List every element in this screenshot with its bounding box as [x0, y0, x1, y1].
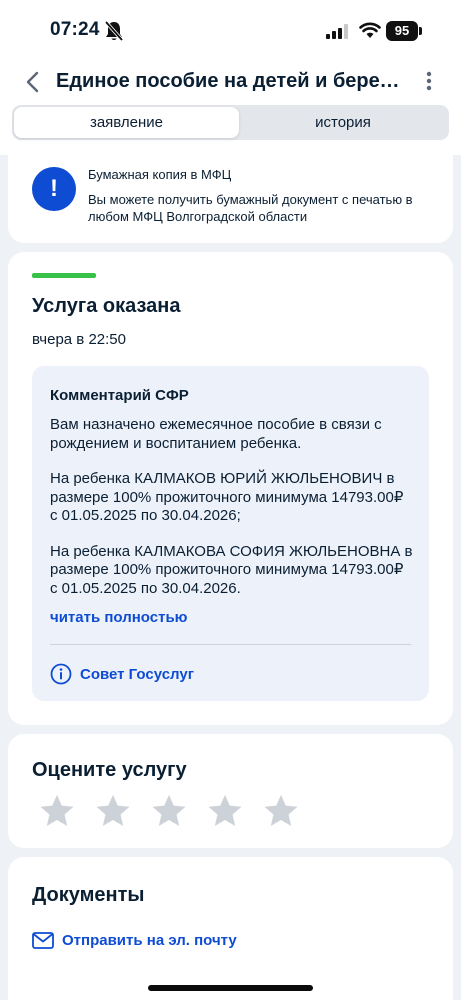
- envelope-icon[interactable]: [32, 932, 54, 949]
- comment-title: Комментарий СФР: [50, 387, 189, 404]
- status-time: 07:24: [50, 19, 100, 40]
- tab-history[interactable]: история: [239, 107, 447, 138]
- star-1-icon[interactable]: [38, 792, 76, 830]
- tab-application[interactable]: заявление: [14, 107, 239, 138]
- info-circle-icon[interactable]: [50, 663, 72, 685]
- gosuslugi-advice-link[interactable]: Совет Госуслуг: [80, 666, 194, 683]
- service-status-card: Услуга оказана вчера в 22:50 Комментарий…: [8, 252, 453, 725]
- documents-card: Документы Отправить на эл. почту: [8, 857, 453, 1000]
- wifi-icon: [359, 22, 381, 38]
- status-progress-bar: [32, 273, 96, 278]
- star-5-icon[interactable]: [262, 792, 300, 830]
- send-email-link[interactable]: Отправить на эл. почту: [62, 932, 237, 949]
- back-arrow-icon[interactable]: [20, 68, 46, 96]
- paper-copy-text: Вы можете получить бумажный документ с п…: [88, 192, 413, 224]
- home-indicator[interactable]: [148, 985, 313, 991]
- header: Единое пособие на детей и берем... заявл…: [0, 60, 461, 155]
- read-more-link[interactable]: читать полностью: [50, 609, 187, 626]
- bell-off-icon: [104, 20, 124, 42]
- cellular-signal-icon: [326, 24, 348, 39]
- star-4-icon[interactable]: [206, 792, 244, 830]
- status-date: вчера в 22:50: [32, 331, 126, 348]
- star-2-icon[interactable]: [94, 792, 132, 830]
- divider: [50, 644, 411, 645]
- page-title: Единое пособие на детей и берем...: [56, 70, 401, 92]
- comment-paragraph: На ребенка КАЛМАКОВА СОФИЯ ЖЮЛЬЕНОВНА в …: [50, 542, 413, 597]
- more-options-icon[interactable]: [421, 69, 437, 93]
- documents-title: Документы: [32, 884, 145, 906]
- comment-text: Вам назначено ежемесячное пособие в связ…: [50, 416, 415, 615]
- comment-paragraph: Вам назначено ежемесячное пособие в связ…: [50, 416, 382, 452]
- paper-copy-card: ! Бумажная копия в МФЦ Вы можете получит…: [8, 145, 453, 243]
- status-bar: 07:24 95: [0, 0, 461, 60]
- sfr-comment-box: Комментарий СФР Вам назначено ежемесячно…: [32, 366, 429, 701]
- battery-tip: [419, 27, 422, 35]
- comment-paragraph: На ребенка КАЛМАКОВ ЮРИЙ ЖЮЛЬЕНОВИЧ в ра…: [50, 470, 404, 524]
- rate-service-card: Оцените услугу: [8, 734, 453, 848]
- paper-copy-title: Бумажная копия в МФЦ: [88, 167, 232, 182]
- exclamation-icon: !: [32, 167, 76, 211]
- battery-indicator: 95: [386, 21, 418, 41]
- star-3-icon[interactable]: [150, 792, 188, 830]
- status-title: Услуга оказана: [32, 295, 181, 317]
- tab-switcher: заявление история: [12, 105, 449, 140]
- rate-title: Оцените услугу: [32, 759, 187, 781]
